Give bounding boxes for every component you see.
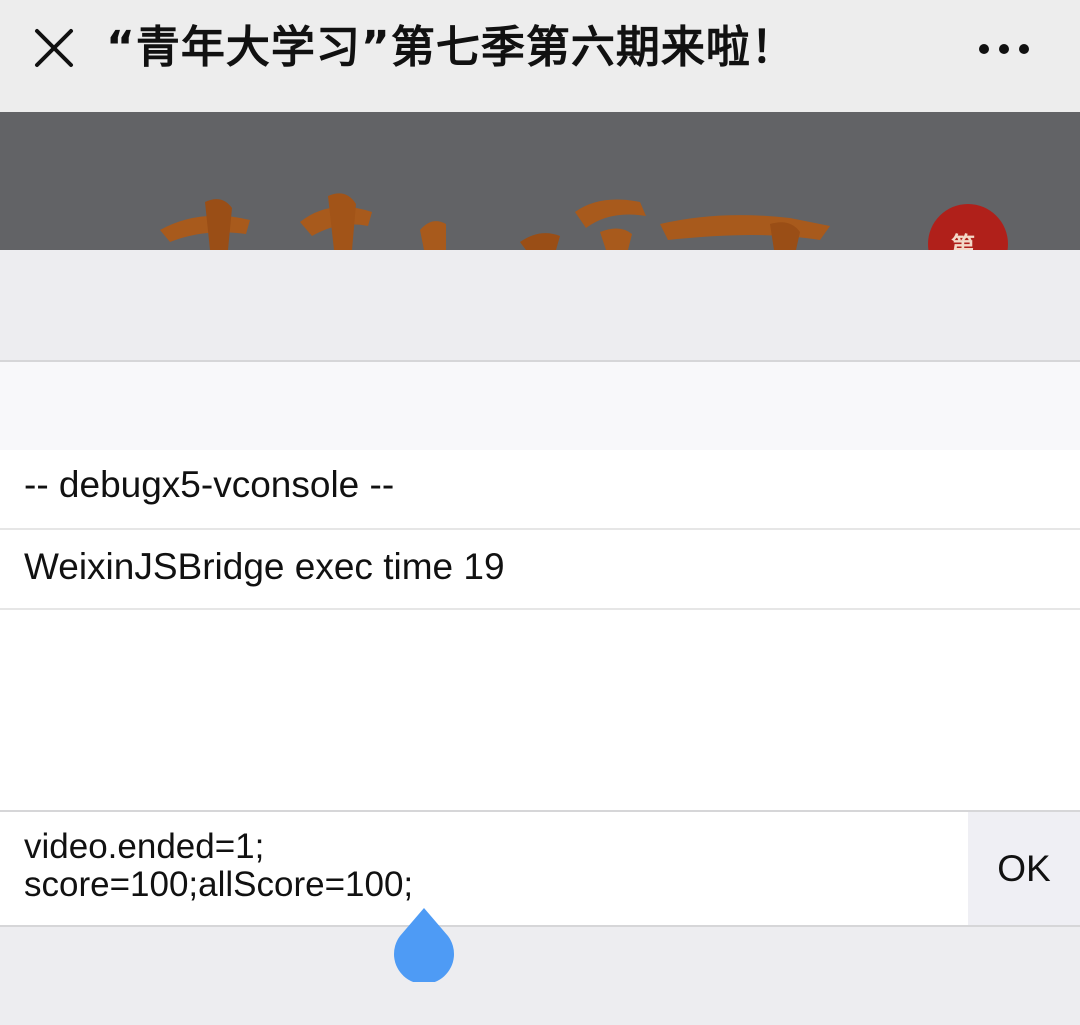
command-input[interactable]: video.ended=1; score=100;allScore=100;: [0, 812, 968, 925]
text-selection-handle-icon[interactable]: [392, 906, 456, 982]
console-header: [0, 250, 1080, 360]
log-line: WeixinJSBridge exec time 19: [0, 530, 1080, 610]
log-line: -- debugx5-vconsole --: [0, 450, 1080, 530]
more-button[interactable]: [974, 26, 1034, 72]
seal-text: 第: [951, 232, 975, 250]
close-button[interactable]: [28, 22, 80, 74]
title-bar: “青年大学习”第七季第六期来啦！: [0, 0, 1080, 112]
close-icon: [35, 29, 73, 67]
console-log-panel: -- debugx5-vconsole -- WeixinJSBridge ex…: [0, 450, 1080, 810]
calligraphy-banner-image: [160, 193, 1008, 250]
article-banner: 第: [0, 112, 1080, 250]
ok-button[interactable]: OK: [968, 812, 1080, 925]
more-icon: [979, 44, 1029, 54]
command-line: video.ended=1;: [24, 827, 265, 866]
command-line: score=100;allScore=100;: [24, 865, 414, 904]
console-tab-bar: [0, 362, 1080, 450]
console-footer: [0, 927, 1080, 1025]
page-title: “青年大学习”第七季第六期来啦！: [106, 22, 796, 73]
